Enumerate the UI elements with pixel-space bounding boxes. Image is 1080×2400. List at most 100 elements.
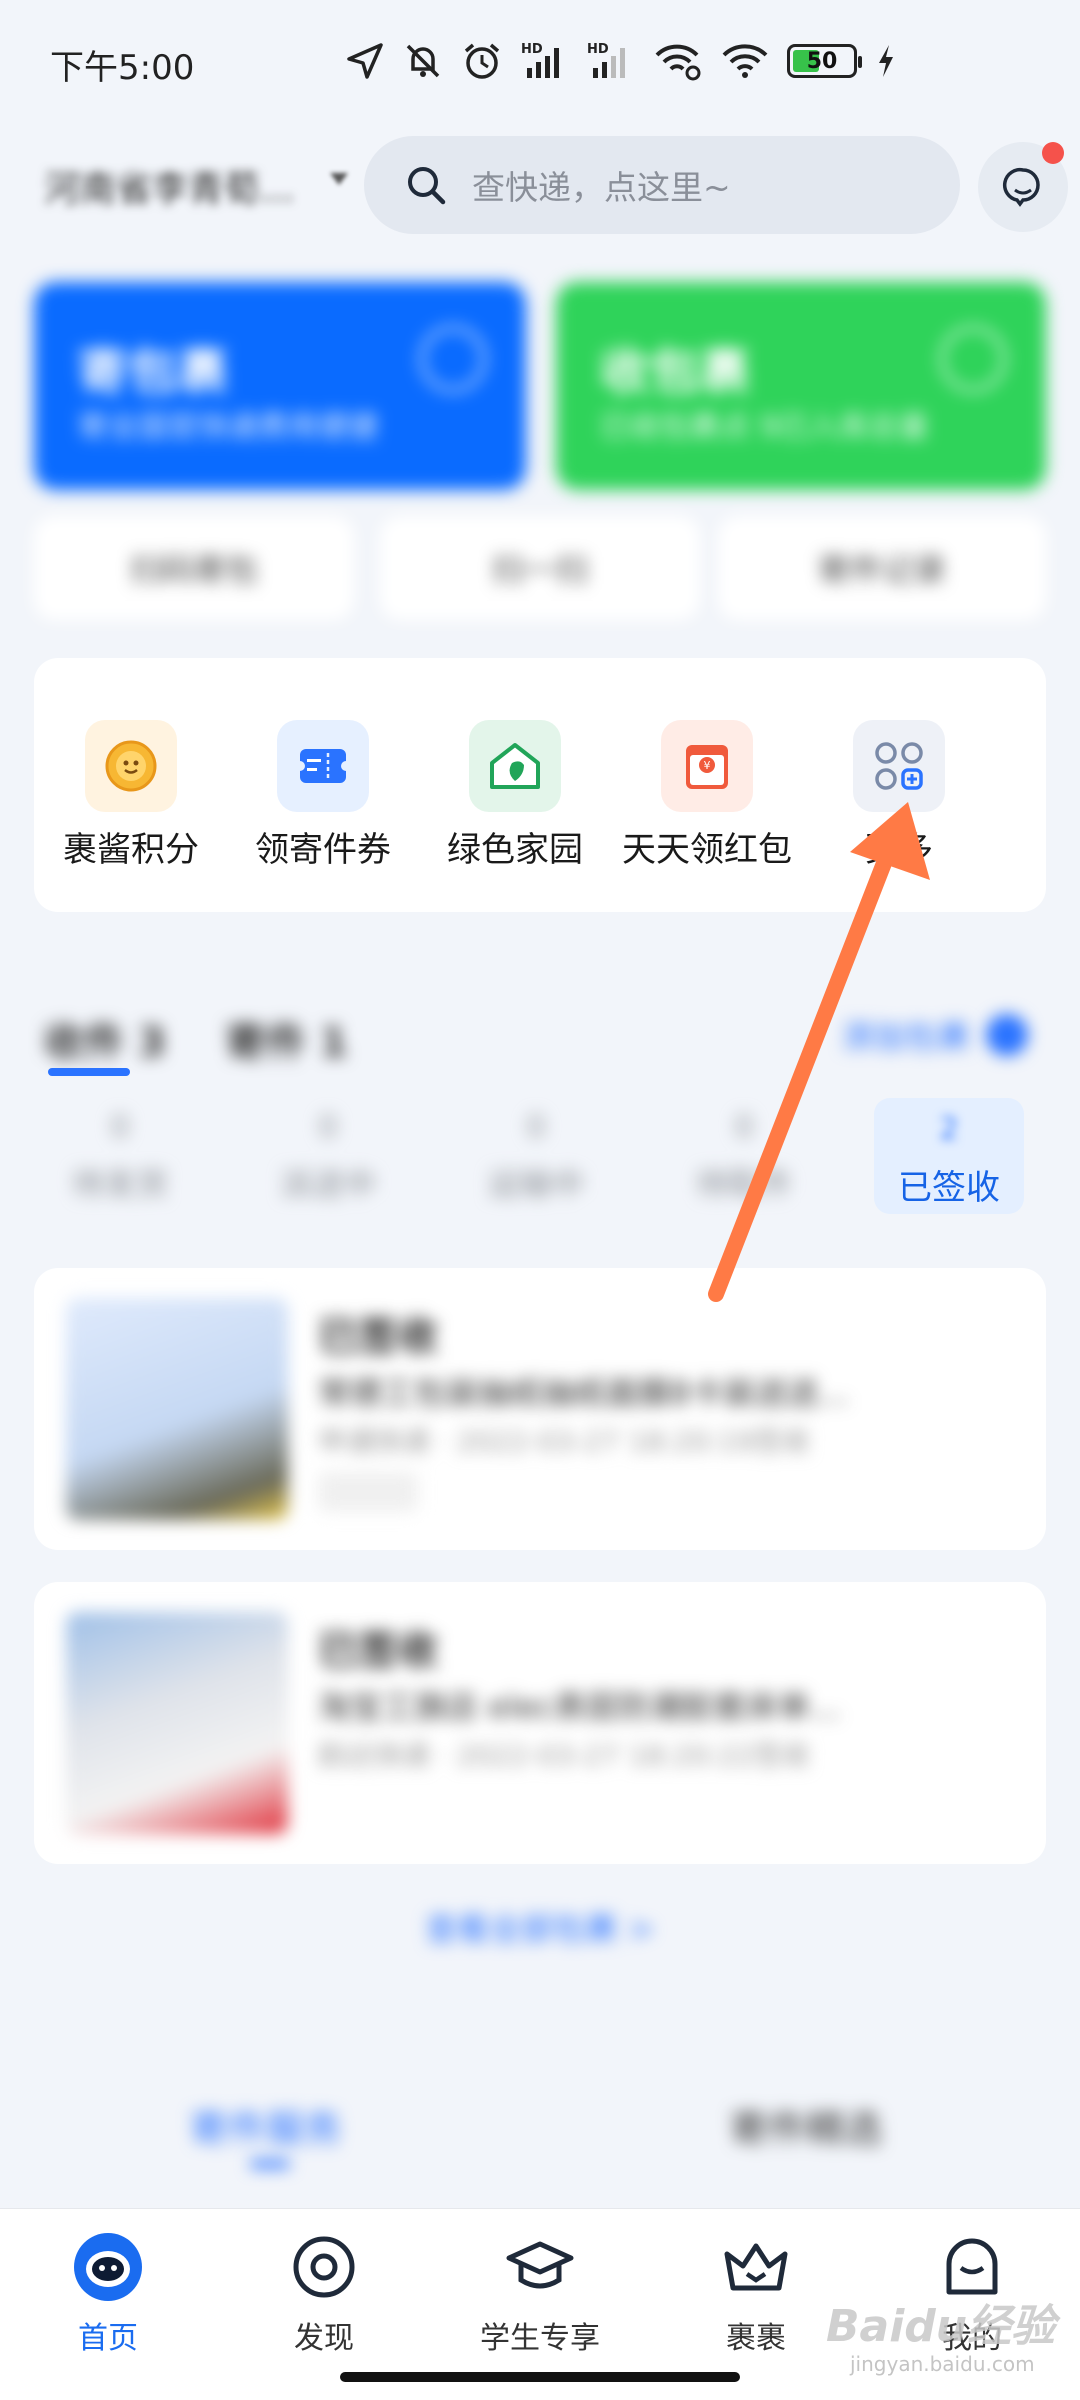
signal-hd-icon: HD — [587, 39, 635, 83]
coupon-icon — [277, 720, 369, 812]
package-card-content: 已签收 淘宝工旗店 elec表层防潮胶套床单... 韵达快递 · 2022-03… — [34, 1582, 1046, 1864]
nav-home[interactable]: 首页 — [18, 2229, 198, 2357]
battery-icon: 50 — [787, 39, 862, 83]
nav-student[interactable]: 学生专享 — [450, 2229, 630, 2357]
student-cap-icon — [502, 2229, 578, 2305]
nav-label: 裹裹 — [726, 2321, 786, 2356]
receive-package-subtitle: 已收包裹点 9已入库总量 — [600, 410, 929, 445]
status-icons: HD HD 50 — [345, 36, 897, 86]
more-apps-icon — [853, 720, 945, 812]
red-packet-icon: ¥ — [661, 720, 753, 812]
service-more[interactable]: 更多 — [804, 720, 994, 871]
news-tab-underline — [250, 2160, 290, 2168]
status-signed[interactable]: 2 已签收 — [874, 1098, 1024, 1214]
home-indicator[interactable] — [340, 2372, 740, 2382]
search-icon — [408, 167, 446, 205]
package-card[interactable]: 已签收 淘宝工旗店 elec表层防潮胶套床单... 韵达快递 · 2022-03… — [34, 1582, 1046, 1864]
wifi-icon — [721, 39, 769, 83]
discover-icon — [286, 2229, 362, 2305]
service-green-home[interactable]: 绿色家园 — [420, 720, 610, 871]
tab-receive[interactable]: 收件 3 — [44, 1010, 166, 1068]
receive-package-title: 收包裹 — [600, 343, 750, 401]
service-points[interactable]: 裹酱积分 — [36, 720, 226, 871]
arrow-right-icon — [940, 326, 1006, 392]
quick-pill-scan[interactable]: 扫一扫 — [380, 516, 700, 620]
status-in-transit[interactable]: 0 运输中 — [466, 1110, 606, 1205]
service-label: 更多 — [865, 830, 933, 870]
coin-icon — [85, 720, 177, 812]
package-card[interactable]: 已签收 常德工包装抽纸抽纸面膜8卡装送送... 申通快递 · 2022-03-2… — [34, 1268, 1046, 1550]
package-card-content: 已签收 常德工包装抽纸抽纸面膜8卡装送送... 申通快递 · 2022-03-2… — [34, 1268, 1046, 1550]
message-button[interactable] — [978, 142, 1068, 232]
package-name: 常德工包装抽纸抽纸面膜8卡装送送... — [318, 1374, 849, 1412]
service-label: 裹酱积分 — [63, 830, 199, 870]
tab-underline — [48, 1068, 130, 1076]
notification-dot — [1042, 142, 1064, 164]
svg-text:HD: HD — [587, 42, 609, 57]
package-tag — [318, 1472, 418, 1512]
package-name: 淘宝工旗店 elec表层防潮胶套床单... — [318, 1688, 841, 1726]
package-thumbnail — [66, 1298, 288, 1520]
svg-text:HD: HD — [521, 42, 543, 57]
package-state: 已签收 — [318, 1628, 438, 1674]
services-panel: 裹酱积分 领寄件券 绿色家园 ¥ 天天领红包 更多 — [34, 658, 1046, 912]
status-bar: 下午5:00 HD HD 50 — [0, 0, 1080, 130]
send-package-card[interactable]: 寄包裹 寄全国官快递费用便捷 — [34, 282, 526, 490]
status-count: 0 — [734, 1110, 754, 1145]
status-label: 已签收 — [898, 1168, 1000, 1208]
status-label: 待取件 — [695, 1165, 792, 1203]
send-package-subtitle: 寄全国官快递费用便捷 — [78, 410, 378, 445]
status-count: 0 — [318, 1110, 338, 1145]
tab-send-featured[interactable]: 寄件精选 — [730, 2098, 882, 2153]
tab-send-service[interactable]: 寄件服务 — [190, 2098, 342, 2153]
package-state: 已签收 — [318, 1314, 438, 1360]
status-count: 0 — [526, 1110, 546, 1145]
status-count: 2 — [939, 1112, 959, 1147]
battery-text: 50 — [806, 48, 838, 74]
package-time: 申通快递 · 2022-03-27 18:20:19签收 — [318, 1425, 811, 1458]
service-red-packet[interactable]: ¥ 天天领红包 — [612, 720, 802, 871]
status-label: 运输中 — [487, 1165, 584, 1203]
watermark-text: Baidu经验 — [826, 2301, 1056, 2352]
svg-text:¥: ¥ — [704, 759, 711, 772]
status-pending-send[interactable]: 0 待发货 — [50, 1110, 190, 1205]
search-bar[interactable]: 查快递，点这里~ — [364, 136, 960, 234]
green-home-icon — [469, 720, 561, 812]
nav-discover[interactable]: 发现 — [234, 2229, 414, 2357]
receive-package-card[interactable]: 收包裹 已收包裹点 9已入库总量 — [556, 282, 1046, 490]
status-time: 下午5:00 — [50, 48, 195, 88]
send-package-title: 寄包裹 — [78, 343, 228, 401]
service-label: 领寄件券 — [255, 830, 391, 870]
home-mascot-icon — [70, 2229, 146, 2305]
location-selector[interactable]: 河南省李青荀... — [44, 160, 294, 212]
status-label: 待发货 — [71, 1165, 168, 1203]
quick-pill-records[interactable]: 寄件记录 — [718, 516, 1046, 620]
status-delivering[interactable]: 0 派送中 — [258, 1110, 398, 1205]
service-coupon[interactable]: 领寄件券 — [228, 720, 418, 871]
search-placeholder: 查快递，点这里~ — [472, 168, 731, 207]
nav-guoguo[interactable]: 裹裹 — [666, 2229, 846, 2357]
watermark-url: jingyan.baidu.com — [850, 2352, 1035, 2376]
service-label: 天天领红包 — [622, 830, 792, 870]
service-label: 绿色家园 — [447, 830, 583, 870]
tab-send[interactable]: 寄件 1 — [226, 1010, 348, 1068]
nav-label: 学生专享 — [480, 2321, 600, 2356]
status-pickup[interactable]: 0 待取件 — [674, 1110, 814, 1205]
charging-icon — [875, 39, 897, 83]
nav-label: 发现 — [294, 2321, 354, 2356]
status-label: 派送中 — [279, 1165, 376, 1203]
view-all-packages-link[interactable]: 查看全部包裹 > — [0, 1904, 1080, 1950]
alarm-icon — [461, 39, 503, 83]
crown-icon — [718, 2229, 794, 2305]
add-package-icon[interactable] — [986, 1014, 1028, 1056]
arrow-right-icon — [420, 326, 486, 392]
add-package-link[interactable]: 添加包裹 — [842, 1012, 970, 1058]
status-count: 0 — [110, 1110, 130, 1145]
location-caret-icon[interactable] — [330, 173, 348, 185]
signal-hd-icon: HD — [521, 39, 569, 83]
nav-label: 首页 — [78, 2321, 138, 2356]
mute-bell-icon — [403, 39, 443, 83]
chat-bubble-icon — [1003, 167, 1040, 207]
package-thumbnail — [66, 1612, 288, 1834]
quick-pill-scan-send[interactable]: 扫码寄包 — [34, 516, 354, 620]
